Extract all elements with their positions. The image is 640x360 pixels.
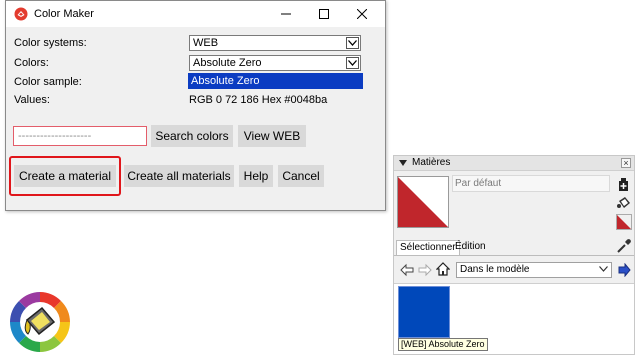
default-material-swatch-icon[interactable] [616, 214, 632, 230]
colors-select[interactable]: Absolute Zero [189, 55, 361, 71]
help-button[interactable]: Help [239, 165, 273, 187]
values-readout: RGB 0 72 186 Hex #0048ba [189, 94, 328, 106]
color-systems-value: WEB [193, 37, 219, 49]
title-bar[interactable]: Color Maker [6, 1, 385, 27]
panel-title: Matières [412, 157, 451, 168]
tab-divider [394, 255, 634, 256]
colors-list-selected-item[interactable]: Absolute Zero [188, 73, 363, 89]
material-preview [397, 176, 449, 228]
create-material-button[interactable]: Create a material [14, 165, 116, 187]
paint-bucket-icon[interactable] [616, 194, 632, 210]
search-colors-button[interactable]: Search colors [151, 125, 233, 147]
chevron-down-icon [599, 266, 608, 272]
minimize-button[interactable] [269, 1, 303, 27]
materials-panel: Matières × Par défaut Sélectionner Éditi… [393, 155, 635, 355]
panel-close-icon[interactable]: × [621, 158, 631, 168]
close-button[interactable] [345, 1, 379, 27]
details-arrow-icon[interactable] [617, 262, 631, 278]
paint-bucket-logo [8, 290, 72, 354]
maximize-icon [319, 9, 329, 19]
cancel-button[interactable]: Cancel [278, 165, 324, 187]
collapse-triangle-icon[interactable] [399, 160, 407, 166]
swatch-tooltip: [WEB] Absolute Zero [398, 338, 488, 351]
color-sample-label: Color sample: [14, 76, 82, 88]
color-systems-select[interactable]: WEB [189, 35, 361, 51]
create-material-icon[interactable] [616, 176, 632, 192]
app-logo-icon [14, 7, 28, 21]
chevron-down-icon[interactable] [346, 37, 359, 49]
forward-arrow-icon[interactable] [418, 263, 432, 277]
values-label: Values: [14, 94, 50, 106]
colors-value: Absolute Zero [193, 57, 262, 69]
material-swatch[interactable] [398, 286, 450, 338]
collection-select[interactable]: Dans le modèle [456, 262, 612, 278]
close-icon [357, 9, 367, 19]
maximize-button[interactable] [307, 1, 341, 27]
collection-value: Dans le modèle [460, 264, 530, 275]
back-arrow-icon[interactable] [400, 263, 414, 277]
panel-header[interactable]: Matières × [394, 156, 634, 171]
materials-grid: [WEB] Absolute Zero [394, 283, 634, 354]
material-name-field[interactable]: Par défaut [452, 175, 610, 192]
tab-select[interactable]: Sélectionner [396, 240, 460, 255]
tab-edit[interactable]: Édition [452, 240, 489, 255]
eyedropper-icon[interactable] [616, 238, 632, 254]
home-icon[interactable] [435, 262, 451, 276]
search-input[interactable]: -------------------- [13, 126, 147, 146]
chevron-down-icon[interactable] [346, 57, 359, 69]
color-maker-dialog: Color Maker Color systems: WEB Colors: A… [5, 0, 386, 211]
minimize-icon [281, 13, 291, 15]
colors-label: Colors: [14, 57, 49, 69]
window-title: Color Maker [34, 8, 94, 20]
color-systems-label: Color systems: [14, 37, 87, 49]
create-all-materials-button[interactable]: Create all materials [124, 165, 234, 187]
view-web-button[interactable]: View WEB [238, 125, 306, 147]
